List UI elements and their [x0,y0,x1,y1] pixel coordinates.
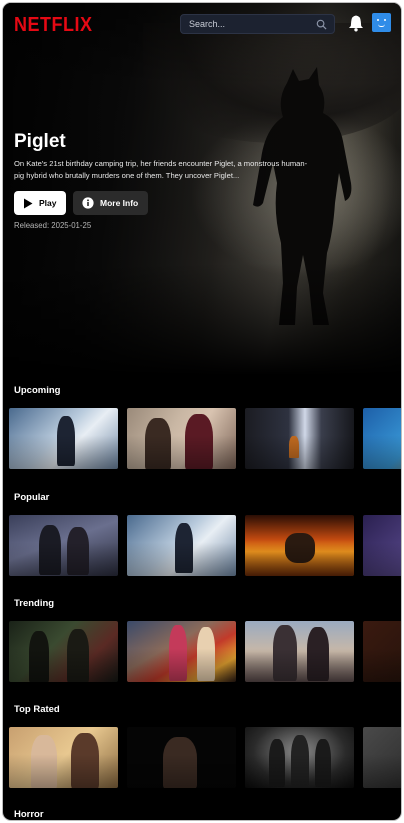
top-nav: NETFLIX [3,3,401,43]
movie-poster[interactable] [245,621,354,682]
movie-poster[interactable] [363,621,401,682]
row-title-horror: Horror [14,809,44,820]
movie-poster[interactable] [9,621,118,682]
row-title-upcoming: Upcoming [14,385,61,396]
movie-poster[interactable] [363,515,401,576]
movie-poster[interactable] [127,515,236,576]
movie-poster[interactable] [127,408,236,469]
row-title-top-rated: Top Rated [14,704,60,715]
more-info-button[interactable]: More Info [73,191,148,215]
movie-poster[interactable] [245,727,354,788]
more-info-button-label: More Info [100,198,139,208]
play-icon [24,198,33,208]
release-date: Released: 2025-01-25 [14,221,92,230]
info-icon [82,197,94,209]
row-trending [9,621,401,682]
hero-gradient-overlay [3,3,401,375]
row-title-trending: Trending [14,598,55,609]
search-box[interactable] [180,14,335,34]
netflix-logo[interactable]: NETFLIX [14,12,93,36]
play-button[interactable]: Play [14,191,66,215]
search-input[interactable] [189,17,309,31]
avatar-eye-icon [377,19,379,21]
row-title-popular: Popular [14,492,50,503]
play-button-label: Play [39,198,57,208]
row-top-rated [9,727,401,788]
app-frame: NETFLIX Piglet On Kate's 21st birthday c… [3,3,401,820]
bell-icon[interactable] [348,14,364,32]
movie-poster[interactable] [9,515,118,576]
row-upcoming [9,408,401,469]
avatar[interactable] [372,13,391,32]
movie-poster[interactable] [245,515,354,576]
movie-poster[interactable] [127,621,236,682]
search-icon[interactable] [316,19,327,30]
hero-title: Piglet [14,131,66,152]
movie-poster[interactable] [363,408,401,469]
row-popular [9,515,401,576]
avatar-eye-icon [384,19,386,21]
movie-poster[interactable] [245,408,354,469]
hero-banner [3,3,401,375]
avatar-smile-icon [378,24,385,27]
movie-poster[interactable] [9,727,118,788]
movie-poster[interactable] [9,408,118,469]
movie-poster[interactable] [127,727,236,788]
hero-description: On Kate's 21st birthday camping trip, he… [14,159,308,180]
movie-poster[interactable] [363,727,401,788]
